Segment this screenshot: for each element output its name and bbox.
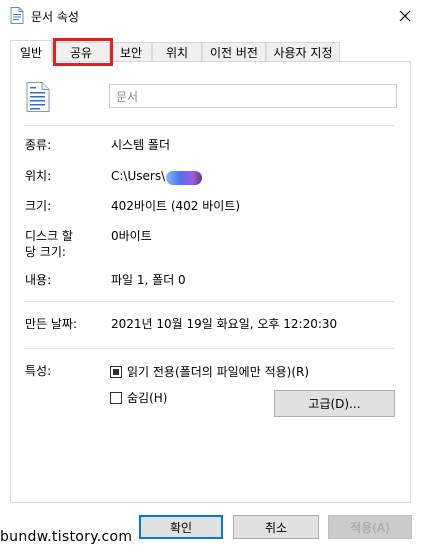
tab-label: 일반: [19, 45, 43, 60]
tab-sharing[interactable]: 공유: [52, 42, 110, 62]
tab-label: 공유: [69, 46, 93, 60]
advanced-button[interactable]: 고급(D)...: [274, 390, 395, 417]
disk-size-label-line2: 당 크기:: [25, 245, 66, 259]
created-label: 만든 날짜:: [25, 317, 78, 331]
tab-location[interactable]: 위치: [152, 42, 202, 62]
tab-label: 보안: [119, 46, 143, 60]
tab-general[interactable]: 일반: [10, 40, 52, 63]
divider: [24, 348, 394, 349]
ok-button[interactable]: 확인: [139, 515, 223, 539]
close-icon: [399, 10, 411, 22]
readonly-label: 읽기 전용(폴더의 파일에만 적용)(R): [127, 365, 310, 379]
created-value: 2021년 10월 19일 화요일, 오후 12:20:30: [111, 317, 338, 331]
tab-customize[interactable]: 사용자 지정: [266, 42, 340, 62]
redacted-username: [166, 171, 202, 185]
type-label: 종류:: [25, 138, 52, 152]
attributes-label: 특성:: [25, 364, 52, 378]
advanced-button-label: 고급(D)...: [308, 397, 361, 411]
location-label: 위치:: [25, 169, 52, 183]
close-button[interactable]: [392, 4, 418, 28]
tab-label: 이전 버전: [210, 46, 258, 60]
size-label: 크기:: [25, 199, 52, 213]
cancel-button[interactable]: 취소: [233, 515, 319, 539]
folder-name-input[interactable]: [109, 84, 397, 108]
hidden-label: 숨김(H): [127, 391, 168, 405]
contents-value: 파일 1, 폴더 0: [111, 273, 186, 287]
hidden-checkbox[interactable]: [110, 392, 122, 404]
tab-label: 위치: [165, 46, 189, 60]
window-title: 문서 속성: [31, 10, 79, 24]
tab-panel: [10, 61, 411, 503]
properties-window: 문서 속성 일반 공유 보안 위치 이전 버전 사용자 지정 종류: 시스템 폴…: [0, 0, 421, 548]
contents-label: 내용:: [25, 273, 52, 287]
disk-size-label-line1: 디스크 할: [25, 229, 73, 243]
title-bar: 문서 속성: [0, 0, 421, 32]
apply-button[interactable]: 적용(A): [328, 515, 412, 539]
folder-document-icon: [26, 82, 50, 112]
location-value: C:\Users\: [111, 169, 166, 183]
watermark: bundw.tistory.com: [0, 529, 133, 545]
cancel-button-label: 취소: [264, 520, 288, 535]
apply-button-label: 적용(A): [350, 520, 390, 535]
size-value: 402바이트 (402 바이트): [111, 199, 241, 213]
tab-security[interactable]: 보안: [110, 42, 152, 62]
tab-label: 사용자 지정: [273, 46, 333, 60]
disk-size-value: 0바이트: [111, 229, 152, 243]
tab-previous-versions[interactable]: 이전 버전: [202, 42, 266, 62]
divider: [24, 125, 394, 126]
type-value: 시스템 폴더: [111, 138, 171, 152]
readonly-checkbox[interactable]: [110, 366, 122, 378]
ok-button-label: 확인: [169, 520, 193, 535]
document-icon: [10, 7, 24, 24]
divider: [24, 301, 394, 302]
